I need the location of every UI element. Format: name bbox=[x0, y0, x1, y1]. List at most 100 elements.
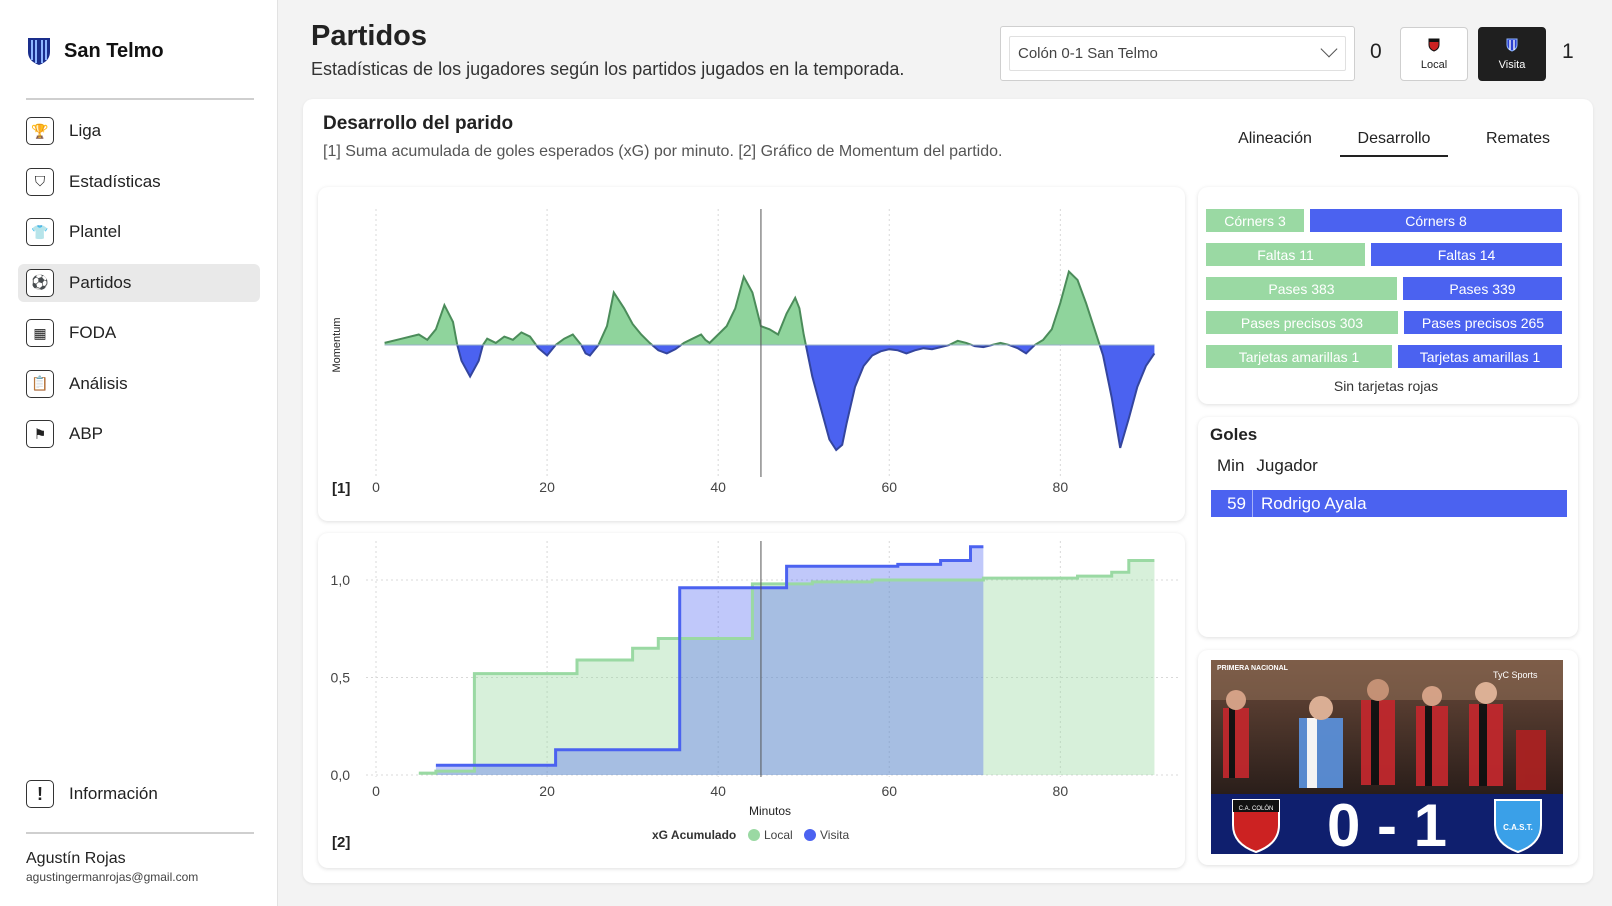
tab-desarrollo[interactable]: Desarrollo bbox=[1340, 128, 1448, 157]
goal-player: Rodrigo Ayala bbox=[1261, 493, 1367, 513]
legend-marker-local bbox=[748, 829, 760, 841]
user-name: Agustín Rojas bbox=[26, 850, 126, 867]
stat-row: Córners 3 Córners 8 bbox=[1206, 209, 1562, 232]
visita-crest-icon bbox=[1506, 38, 1518, 52]
photo-visita-crest-text: C.A.S.T. bbox=[1503, 823, 1533, 832]
momentum-line-visita bbox=[456, 345, 1156, 452]
stat-row: Tarjetas amarillas 1 Tarjetas amarillas 1 bbox=[1206, 345, 1562, 368]
y-tick-label: 1,0 bbox=[331, 572, 351, 588]
no-red-cards: Sin tarjetas rojas bbox=[1333, 378, 1439, 394]
user-info: Agustín Rojas agustingermanrojas@gmail.c… bbox=[26, 850, 198, 884]
x-tick-label: 20 bbox=[539, 783, 555, 799]
shirt-icon: 👕 bbox=[26, 218, 54, 246]
sidebar-item-label: Análisis bbox=[69, 373, 128, 393]
x-tick-label: 40 bbox=[710, 479, 726, 495]
league-badge: PRIMERA NACIONAL bbox=[1217, 665, 1289, 672]
info-icon: ! bbox=[26, 780, 54, 808]
stat-row: Pases 383 Pases 339 bbox=[1206, 277, 1562, 300]
broadcaster-logo: TyC Sports bbox=[1493, 670, 1538, 680]
stat-bar-local: Pases precisos 303 bbox=[1206, 311, 1398, 334]
sidebar-item-label: ABP bbox=[69, 424, 104, 443]
goals-col-player: Jugador bbox=[1256, 456, 1318, 475]
x-tick-label: 80 bbox=[1053, 479, 1069, 495]
momentum-chart: 0 20 40 60 80 Momentum [1] bbox=[331, 209, 1156, 497]
page-title: Partidos bbox=[311, 20, 428, 52]
goals-card bbox=[1198, 417, 1578, 637]
sidebar-item-label: Plantel bbox=[69, 222, 121, 241]
sidebar-item-foda[interactable]: ▦ FODA bbox=[18, 314, 260, 352]
section-title: Desarrollo del parido bbox=[323, 113, 514, 134]
y-tick-label: 0,5 bbox=[331, 670, 351, 686]
trophy-icon: 🏆 bbox=[26, 117, 54, 145]
sidebar-item-analisis[interactable]: 📋 Análisis bbox=[18, 365, 260, 403]
grid-icon: ▦ bbox=[26, 319, 54, 347]
goal-minute: 59 bbox=[1211, 490, 1253, 517]
momentum-chart-card: 0 20 40 60 80 Momentum [1] bbox=[318, 187, 1185, 521]
sidebar-item-estadisticas[interactable]: ⛉ Estadísticas bbox=[18, 163, 260, 201]
sidebar-item-label: Liga bbox=[69, 121, 102, 140]
x-tick-label: 0 bbox=[372, 479, 380, 495]
sidebar: San Telmo 🏆 Liga ⛉ Estadísticas 👕 Plante… bbox=[0, 0, 278, 906]
clipboard-icon: 📋 bbox=[26, 369, 54, 398]
match-photo: PRIMERA NACIONAL TyC Sports C.A. COLÓN 0… bbox=[1211, 660, 1563, 854]
match-dropdown-label: Colón 0-1 San Telmo bbox=[1018, 45, 1158, 62]
stat-bar-visita: Córners 8 bbox=[1310, 209, 1562, 232]
brand[interactable]: San Telmo bbox=[26, 36, 164, 66]
stat-bar-local: Córners 3 bbox=[1206, 209, 1304, 232]
stat-bar-local: Tarjetas amarillas 1 bbox=[1206, 345, 1392, 368]
tab-alineacion[interactable]: Alineación bbox=[1220, 128, 1330, 157]
goal-row[interactable]: 59 Rodrigo Ayala bbox=[1211, 490, 1567, 517]
x-tick-label: 80 bbox=[1053, 783, 1069, 799]
page-subtitle: Estadísticas de los jugadores según los … bbox=[311, 59, 905, 79]
x-tick-label: 60 bbox=[881, 783, 897, 799]
legend-label-visita: Visita bbox=[820, 828, 849, 842]
local-label: Local bbox=[1420, 58, 1448, 71]
team-name: San Telmo bbox=[64, 39, 164, 62]
visita-label: Visita bbox=[1498, 58, 1526, 71]
shield-chart-icon: ⛉ bbox=[26, 167, 54, 196]
sidebar-item-abp[interactable]: ⚑ ABP bbox=[18, 415, 260, 453]
user-email: agustingermanrojas@gmail.com bbox=[26, 870, 199, 884]
stat-bar-visita: Tarjetas amarillas 1 bbox=[1398, 345, 1562, 368]
stat-bar-visita: Pases precisos 265 bbox=[1404, 311, 1562, 334]
stat-bar-local: Faltas 11 bbox=[1206, 243, 1365, 266]
photo-local-crest-text: C.A. COLÓN bbox=[1239, 805, 1274, 812]
sidebar-item-liga[interactable]: 🏆 Liga bbox=[18, 112, 260, 150]
sidebar-item-label: Partidos bbox=[69, 272, 132, 292]
sidebar-item-label: FODA bbox=[69, 323, 117, 342]
legend-marker-visita bbox=[804, 829, 816, 841]
y-axis-label: Momentum bbox=[331, 317, 343, 372]
local-team-button[interactable]: Local bbox=[1400, 27, 1468, 81]
goals-header: Min Jugador bbox=[1217, 456, 1318, 476]
x-tick-label: 0 bbox=[372, 783, 380, 799]
match-dropdown[interactable]: Colón 0-1 San Telmo bbox=[1000, 26, 1355, 81]
chart-label: [2] bbox=[332, 834, 350, 851]
tab-remates[interactable]: Remates bbox=[1468, 128, 1568, 157]
x-axis-label: Minutos bbox=[749, 804, 791, 818]
sidebar-item-plantel[interactable]: 👕 Plantel bbox=[18, 213, 260, 251]
sidebar-item-informacion[interactable]: ! Información bbox=[26, 780, 158, 808]
stat-bar-local: Pases 383 bbox=[1206, 277, 1397, 300]
local-crest-icon bbox=[1428, 38, 1440, 52]
stat-bar-visita: Pases 339 bbox=[1403, 277, 1562, 300]
x-tick-label: 60 bbox=[881, 479, 897, 495]
section-subtitle: [1] Suma acumulada de goles esperados (x… bbox=[323, 143, 1003, 160]
momentum-area-visita bbox=[384, 345, 1155, 450]
score-local: 0 bbox=[1370, 40, 1382, 63]
sidebar-divider bbox=[26, 98, 254, 100]
stat-bar-visita: Faltas 14 bbox=[1371, 243, 1562, 266]
legend-title: xG Acumulado bbox=[652, 828, 736, 842]
sidebar-divider bbox=[26, 832, 254, 834]
corner-flag-icon: ⚑ bbox=[26, 420, 54, 448]
sidebar-nav: 🏆 Liga ⛉ Estadísticas 👕 Plantel ⚽ Partid… bbox=[18, 112, 260, 466]
match-dropdown-value[interactable]: Colón 0-1 San Telmo bbox=[1009, 36, 1346, 71]
chart-label: [1] bbox=[332, 480, 350, 497]
team-crest-icon bbox=[28, 38, 50, 65]
visita-team-button[interactable]: Visita bbox=[1478, 27, 1546, 81]
x-tick-label: 40 bbox=[710, 783, 726, 799]
xg-chart: 0 20 40 60 80 0,0 0,5 1,0 Minutos xG Acumulado Loc… bbox=[331, 541, 1180, 851]
sidebar-item-partidos[interactable]: ⚽ Partidos bbox=[18, 263, 260, 302]
photo-score: 0 - 1 bbox=[1327, 792, 1447, 854]
goals-title: Goles bbox=[1210, 425, 1258, 444]
stat-row: Pases precisos 303 Pases precisos 265 bbox=[1206, 311, 1562, 334]
